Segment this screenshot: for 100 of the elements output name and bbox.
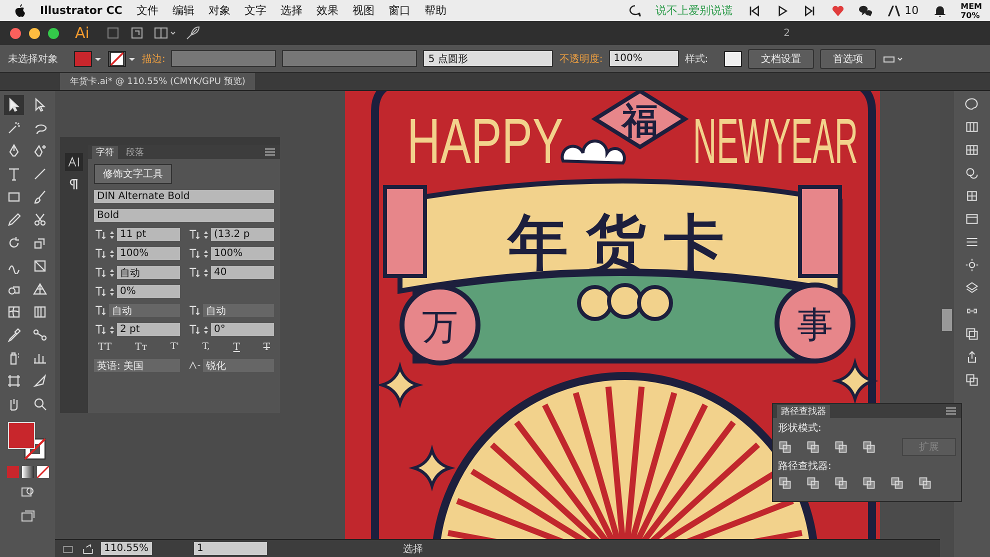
- value-field[interactable]: 40: [211, 266, 274, 279]
- stroke-none-swatch[interactable]: [108, 50, 126, 66]
- text-style-button[interactable]: T': [170, 342, 179, 353]
- nested-squares-icon[interactable]: [965, 327, 979, 341]
- song-title: 说不上爱别说谎: [656, 3, 733, 18]
- overlapping-squares-icon[interactable]: [834, 476, 848, 490]
- toolbar-button[interactable]: 首选项: [820, 48, 876, 68]
- stepper-icon[interactable]: [203, 266, 209, 278]
- overlapping-squares-icon[interactable]: [862, 476, 876, 490]
- menu-item[interactable]: 视图: [352, 3, 374, 18]
- layers-icon[interactable]: [965, 281, 979, 295]
- zoom-field[interactable]: 110.55%: [101, 542, 152, 555]
- arrange-documents-icon[interactable]: [153, 25, 178, 41]
- stepper-icon[interactable]: [109, 228, 115, 240]
- apple-icon[interactable]: [14, 4, 26, 18]
- menu-item[interactable]: 窗口: [388, 3, 410, 18]
- font-family-dropdown[interactable]: DIN Alternate Bold: [94, 190, 274, 203]
- menu-item[interactable]: 编辑: [172, 3, 194, 18]
- fill-color-swatch[interactable]: [74, 50, 92, 66]
- document-tab[interactable]: 年货卡.ai* @ 110.55% (CMYK/GPU 预览): [60, 73, 256, 90]
- panel-tab[interactable]: 段落: [122, 146, 148, 158]
- notification-count: 10: [904, 4, 919, 17]
- variable-width-field[interactable]: [282, 50, 418, 67]
- close-window-button[interactable]: [10, 28, 21, 38]
- scrollbar-thumb[interactable]: [942, 309, 952, 331]
- overlapping-squares-icon[interactable]: [965, 373, 979, 387]
- share-icon[interactable]: [81, 542, 95, 556]
- text-style-button[interactable]: T,: [202, 342, 210, 353]
- overlapping-squares-icon[interactable]: [890, 476, 904, 490]
- current-tool-status: 选择: [403, 542, 423, 556]
- palette-icon[interactable]: [965, 97, 979, 111]
- graphic-style-swatch[interactable]: [724, 50, 742, 66]
- overlapping-squares-icon[interactable]: [806, 440, 820, 454]
- artboard-field[interactable]: 1: [194, 542, 267, 555]
- font-style-dropdown[interactable]: Bold: [94, 209, 274, 222]
- gradient-mode-button[interactable]: [22, 466, 34, 478]
- value-field[interactable]: 2 pt: [117, 323, 180, 336]
- seal-character: 万: [422, 307, 458, 348]
- grid-icon[interactable]: [965, 143, 979, 157]
- heart-icon[interactable]: [830, 4, 845, 18]
- minimize-window-button[interactable]: [29, 28, 40, 38]
- chat-icon[interactable]: [858, 4, 873, 18]
- stepper-icon[interactable]: [109, 266, 115, 278]
- stepper-icon[interactable]: [109, 286, 115, 298]
- value-field[interactable]: 自动: [109, 304, 180, 317]
- window-panel-icon[interactable]: [965, 212, 979, 226]
- stepper-icon[interactable]: [109, 324, 115, 336]
- panel-menu-icon[interactable]: [264, 147, 276, 157]
- value-field[interactable]: 自动: [117, 266, 180, 279]
- stepper-icon[interactable]: [203, 324, 209, 336]
- stepper-icon[interactable]: [203, 228, 209, 240]
- none-mode-button[interactable]: [36, 466, 48, 478]
- touch-type-tool-button[interactable]: 修饰文字工具: [94, 164, 172, 184]
- overlapping-squares-icon[interactable]: [778, 476, 792, 490]
- menu-item[interactable]: 文字: [244, 3, 266, 18]
- stepper-icon[interactable]: [109, 248, 115, 260]
- color-mode-button[interactable]: [6, 466, 18, 478]
- panel-tab[interactable]: 字符: [92, 146, 118, 158]
- stroke-weight-field[interactable]: [171, 50, 276, 67]
- app-name[interactable]: Illustrator CC: [40, 4, 122, 17]
- zoom-window-button[interactable]: [48, 28, 59, 38]
- stepper-icon[interactable]: [203, 248, 209, 260]
- menu-item[interactable]: 帮助: [424, 3, 446, 18]
- panel-menu-icon[interactable]: [945, 406, 957, 416]
- menu-item[interactable]: 选择: [280, 3, 302, 18]
- value-field[interactable]: 11 pt: [117, 228, 180, 241]
- text-style-button[interactable]: TT: [98, 342, 112, 353]
- overlapping-squares-icon[interactable]: [806, 476, 820, 490]
- opacity-field[interactable]: 100%: [608, 50, 679, 67]
- adobe-icon[interactable]: [886, 4, 901, 18]
- toolbar-button[interactable]: 文档设置: [748, 48, 814, 68]
- chat-bubble-icon[interactable]: [628, 4, 642, 18]
- text-style-button[interactable]: T: [233, 342, 240, 353]
- text-style-button[interactable]: T: [263, 342, 270, 353]
- feather-icon[interactable]: [185, 25, 202, 41]
- opacity-label[interactable]: 不透明度:: [559, 52, 603, 66]
- export-icon[interactable]: [965, 350, 979, 364]
- menu-item[interactable]: 效果: [316, 3, 338, 18]
- overlapping-squares-icon[interactable]: [918, 476, 932, 490]
- value-field[interactable]: 100%: [211, 247, 274, 260]
- text-style-button[interactable]: Tт: [134, 342, 148, 353]
- bell-icon[interactable]: [932, 4, 947, 18]
- language-dropdown[interactable]: 英语: 美国: [94, 359, 180, 372]
- value-field[interactable]: (13.2 p: [211, 228, 274, 241]
- value-field[interactable]: 0°: [211, 323, 274, 336]
- sun-icon[interactable]: [965, 258, 979, 272]
- value-field[interactable]: 自动: [203, 304, 274, 317]
- menu-item[interactable]: 对象: [208, 3, 230, 18]
- menu-item[interactable]: 文件: [136, 3, 158, 18]
- type-a-icon[interactable]: [67, 155, 81, 169]
- value-field[interactable]: 0%: [117, 285, 180, 298]
- stroke-label[interactable]: 描边:: [142, 52, 166, 66]
- overlapping-squares-icon[interactable]: [778, 440, 792, 454]
- brush-dropdown[interactable]: 5 点圆形: [423, 50, 554, 67]
- overlapping-squares-icon[interactable]: [862, 440, 876, 454]
- next-track-icon[interactable]: [802, 4, 817, 18]
- overlapping-squares-icon[interactable]: [834, 440, 848, 454]
- stroke-lines-icon[interactable]: [965, 235, 979, 249]
- value-field[interactable]: 100%: [117, 247, 180, 260]
- antialias-dropdown[interactable]: 锐化: [203, 359, 274, 372]
